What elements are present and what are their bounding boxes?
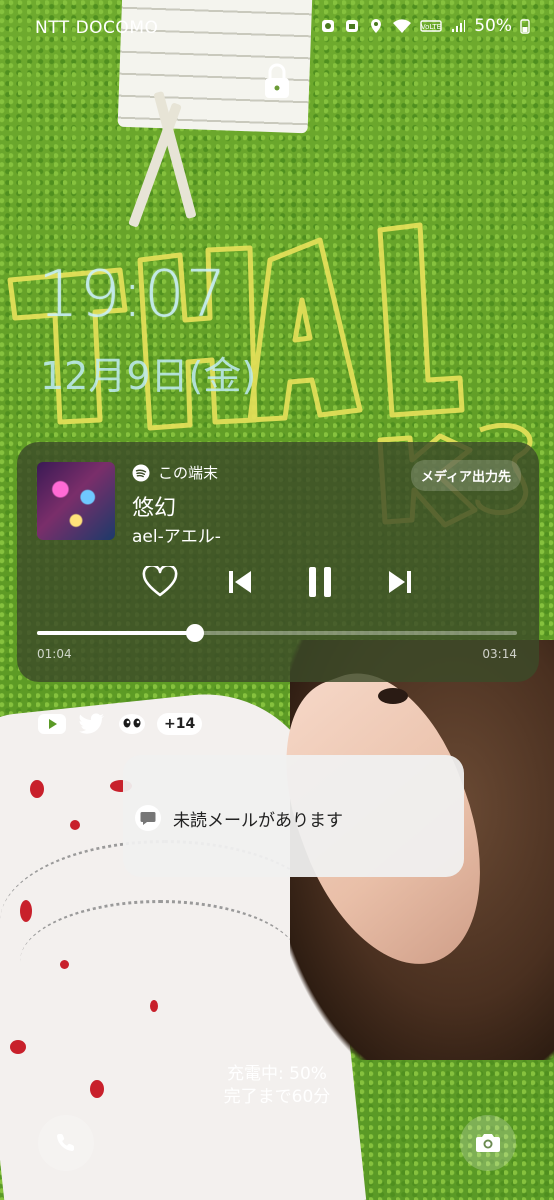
message-icon [135, 805, 161, 831]
more-notifications-badge: +14 [157, 713, 203, 735]
media-controls [17, 560, 539, 610]
notification-card[interactable]: 未読メールがあります [123, 755, 464, 877]
phone-icon [57, 1134, 74, 1151]
mail-app-icon [117, 712, 147, 736]
volte-icon: VoLTE [420, 20, 442, 32]
youtube-icon [37, 712, 67, 736]
location-icon [371, 19, 382, 33]
track-artist: ael-アエル- [132, 527, 221, 547]
wifi-icon [393, 19, 412, 33]
wallpaper-splatter [30, 780, 44, 798]
notification-icon [322, 20, 335, 32]
wallpaper-necklace [20, 900, 300, 1023]
battery-icon [520, 19, 530, 34]
media-player-card[interactable]: この端末 メディア出力先 悠幻 ael-アエル- 01:04 03:14 [17, 442, 539, 682]
battery-percent: 50% [474, 16, 512, 36]
pause-icon[interactable] [298, 560, 342, 604]
heart-icon[interactable] [138, 560, 182, 604]
track-title: 悠幻 [132, 496, 177, 521]
previous-icon[interactable] [218, 560, 262, 604]
charging-remaining: 完了まで60分 [223, 1087, 331, 1107]
status-bar: NTT DOCOMO VoLTE 50% [0, 0, 554, 56]
charging-info: 充電中: 50% 完了まで60分 [0, 1063, 554, 1109]
progress-bar[interactable] [37, 624, 517, 642]
album-art [37, 462, 115, 540]
progress-knob[interactable] [186, 624, 205, 642]
status-icons: VoLTE 50% [320, 16, 530, 36]
next-icon[interactable] [378, 560, 422, 604]
wallpaper-splatter [10, 1040, 26, 1054]
signal-icon [452, 20, 466, 32]
notification-icons-row[interactable]: +14 [37, 712, 203, 736]
clock-time: 19:07 [38, 258, 228, 332]
lock-icon[interactable] [262, 62, 292, 102]
clock-date: 12月9日(金) [40, 354, 257, 398]
media-source-label: この端末 [158, 464, 219, 482]
twitter-icon [77, 712, 107, 736]
carrier-name: NTT DOCOMO [35, 18, 159, 38]
phone-shortcut-button[interactable] [38, 1115, 94, 1171]
wallpaper-splatter [70, 820, 80, 830]
camera-icon [476, 1134, 500, 1152]
media-output-button[interactable]: メディア出力先 [410, 460, 521, 491]
media-source: この端末 [132, 462, 218, 483]
spotify-icon [132, 464, 150, 481]
svg-text:VoLTE: VoLTE [421, 23, 441, 31]
charging-status: 充電中: 50% [227, 1064, 327, 1084]
camera-shortcut-button[interactable] [460, 1115, 516, 1171]
notification-icon-2 [346, 20, 359, 32]
elapsed-time: 01:04 [37, 647, 72, 661]
wallpaper-eye [378, 688, 408, 704]
total-time: 03:14 [482, 647, 517, 661]
notification-text: 未読メールがあります [173, 811, 343, 831]
lock-screen: NTT DOCOMO VoLTE 50% 19:07 12月9日(金) この端末 [0, 0, 554, 1200]
progress-fill [37, 631, 196, 635]
